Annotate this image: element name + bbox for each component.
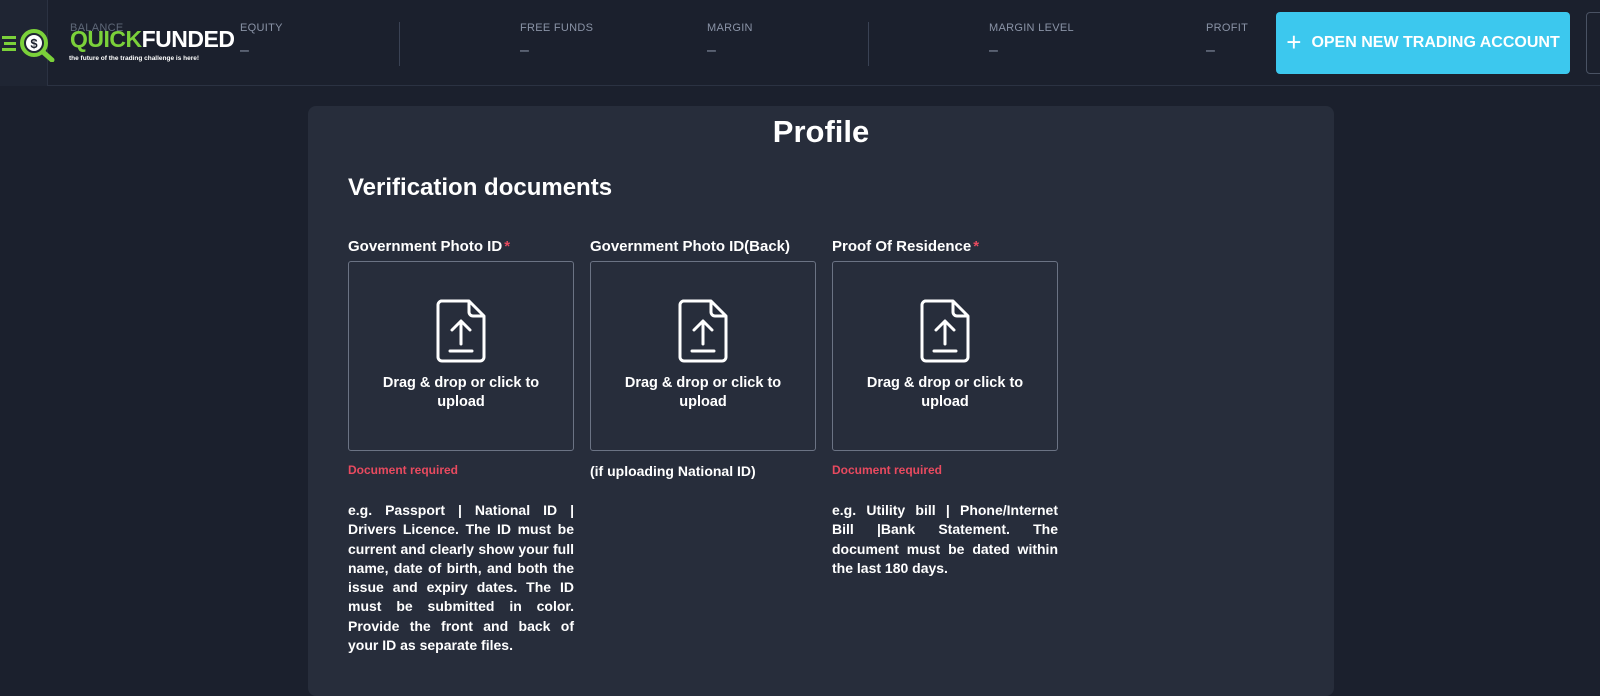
stat-margin-level: MARGIN LEVEL –	[989, 22, 1074, 60]
stat-value: –	[989, 42, 998, 59]
error-message: Document required	[348, 463, 459, 477]
doc-label: Government Photo ID(Back)	[590, 238, 816, 255]
stat-label: PROFIT	[1206, 22, 1249, 34]
file-upload-icon	[678, 299, 728, 363]
file-upload-icon	[436, 299, 486, 363]
stat-balance: BALANCE	[70, 22, 123, 42]
dollar-magnifier-logo-icon: $	[2, 29, 55, 62]
required-mark: *	[504, 238, 511, 255]
doc-description: e.g. Passport | National ID | Drivers Li…	[348, 502, 574, 654]
svg-text:$: $	[30, 36, 38, 51]
stat-label: BALANCE	[70, 22, 124, 34]
stat-label: MARGIN	[707, 22, 753, 34]
doc-government-photo-id: Government Photo ID * Drag & drop or clic…	[348, 238, 574, 655]
upload-dropzone[interactable]: Drag & drop or click to upload	[590, 261, 816, 451]
upload-dropzone[interactable]: Drag & drop or click to upload	[832, 261, 1058, 451]
stat-label: MARGIN LEVEL	[989, 22, 1074, 34]
section-title: Verification documents	[348, 174, 613, 201]
doc-label-text: Proof Of Residence	[832, 238, 972, 255]
dropzone-text: Drag & drop or click to upload	[866, 375, 1024, 410]
stat-label: EQUITY	[240, 22, 283, 34]
doc-proof-of-residence: Proof Of Residence * Drag & drop or click…	[832, 238, 1058, 578]
dropzone-text: Drag & drop or click to upload	[382, 375, 540, 410]
brand-part2: FUNDED	[141, 26, 235, 52]
stat-value: –	[520, 42, 529, 59]
file-upload-icon	[920, 299, 970, 363]
plus-icon: +	[1286, 26, 1302, 57]
stat-label: FREE FUNDS	[520, 22, 594, 34]
stat-profit: PROFIT –	[1206, 22, 1248, 60]
dropzone-text: Drag & drop or click to upload	[624, 375, 782, 410]
brand-tagline: the future of the trading challenge is h…	[69, 55, 200, 62]
open-new-trading-account-button[interactable]: + OPEN NEW TRADING ACCOUNT	[1276, 12, 1570, 74]
doc-government-photo-id-back: Government Photo ID(Back) Drag & drop or…	[590, 238, 816, 479]
open-account-label: OPEN NEW TRADING ACCOUNT	[1311, 34, 1560, 51]
menu-button[interactable]	[1586, 12, 1600, 74]
doc-label: Government Photo ID *	[348, 238, 574, 255]
stat-free-funds: FREE FUNDS –	[520, 22, 593, 60]
doc-label-text: Government Photo ID(Back)	[590, 238, 791, 255]
stat-value: –	[707, 42, 716, 59]
top-bar: $ QUICKFUNDED the future of the trading …	[0, 0, 1600, 86]
stat-value: –	[240, 42, 249, 59]
stat-value: –	[1206, 42, 1215, 59]
doc-description: e.g. Utility bill | Phone/Internet Bill …	[832, 502, 1058, 576]
stat-margin: MARGIN –	[707, 22, 753, 60]
stat-divider	[399, 22, 400, 66]
error-message: Document required	[832, 463, 943, 477]
doc-note: (if uploading National ID)	[590, 463, 756, 479]
stat-equity: EQUITY –	[240, 22, 283, 60]
required-mark: *	[973, 238, 980, 255]
upload-dropzone[interactable]: Drag & drop or click to upload	[348, 261, 574, 451]
stat-divider	[868, 22, 869, 66]
page-title: Profile	[772, 114, 870, 149]
doc-label: Proof Of Residence *	[832, 238, 1058, 255]
profile-card: Profile Verification documents Governmen…	[308, 106, 1334, 696]
doc-label-text: Government Photo ID	[348, 238, 503, 255]
